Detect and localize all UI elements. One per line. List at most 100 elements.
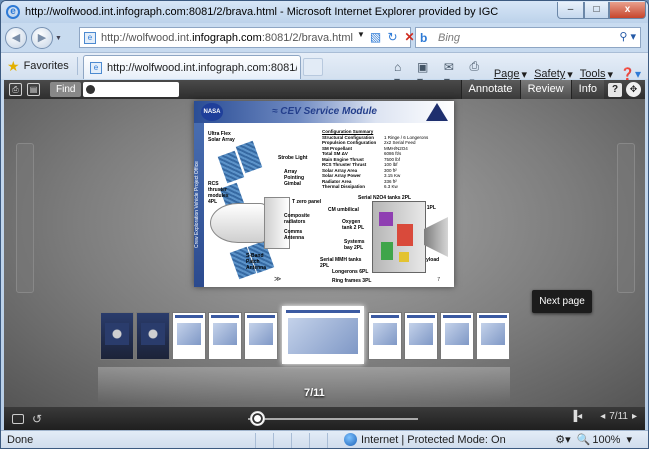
document-viewer: ⎙ ▤ Find Annotate Review Info ? ✥ NASA ≈… [4, 80, 645, 430]
close-button[interactable]: x [609, 2, 646, 19]
viewer-tabs: Annotate Review Info ? ✥ [460, 80, 643, 99]
zone-settings-icon[interactable]: ⚙▾ [555, 433, 570, 446]
rotate-icon[interactable]: ↺ [32, 412, 42, 426]
help-icon[interactable]: ❓▾ [620, 67, 641, 81]
back-button[interactable]: ◀ [5, 27, 27, 49]
compatibility-view-icon[interactable]: ▧ [367, 29, 384, 46]
search-box[interactable]: b Bing ⚲ ▾ [415, 27, 641, 48]
thumbnail-image [445, 323, 469, 345]
thumbnail-bar [211, 315, 239, 318]
minimize-button[interactable]: – [557, 2, 584, 19]
scroll-down-icon: ≫ [274, 276, 282, 283]
engine-nozzle-drawing [424, 217, 448, 257]
tab-annotate[interactable]: Annotate [460, 80, 520, 99]
address-toolbar: ◀ ▶ ▼ e http://wolfwood.int.infograph.co… [1, 24, 648, 52]
address-url[interactable]: http://wolfwood.int.infograph.com:8081/2… [101, 32, 353, 44]
safety-menu[interactable]: Safety [534, 68, 565, 80]
page-menu[interactable]: Page [494, 68, 520, 80]
project-logo [426, 103, 448, 121]
page-stage: NASA ≈ CEV Service Module Crew Explorati… [4, 99, 645, 407]
zoom-slider-handle[interactable] [250, 411, 265, 426]
thumbnail-image [177, 323, 201, 345]
zoom-slider[interactable] [248, 418, 418, 420]
address-field[interactable]: e http://wolfwood.int.infograph.com:8081… [79, 27, 415, 48]
callout: RCS thruster modules 4PL [208, 181, 229, 205]
address-dropdown-icon[interactable]: ▼ [357, 30, 365, 39]
thumbnail-selected[interactable] [282, 306, 364, 364]
callout: Ultra Flex Solar Array [208, 131, 235, 143]
callout: CM umbilical [328, 207, 359, 213]
search-icon[interactable]: ⚲ ▾ [619, 30, 636, 43]
zoom-icon[interactable]: 🔍 [577, 433, 591, 446]
divider [327, 433, 328, 448]
tab-review[interactable]: Review [519, 80, 571, 99]
help-button[interactable]: ? [608, 82, 622, 97]
previous-page-icon[interactable]: ◂ [600, 411, 605, 422]
zoom-level: 100% [592, 433, 621, 446]
thumbnail[interactable] [136, 312, 170, 360]
zoom-dropdown-icon[interactable]: ▾ [626, 433, 632, 446]
thumbnail-bar [479, 315, 507, 318]
thumbnail[interactable] [404, 312, 438, 360]
previous-page-handle[interactable] [16, 143, 34, 293]
status-bar: Done Internet | Protected Mode: On ⚙▾ 🔍 … [1, 430, 648, 448]
search-placeholder[interactable]: Bing [438, 32, 460, 44]
thumbnail[interactable] [244, 312, 278, 360]
thumbnail-image [373, 323, 397, 345]
browser-tab[interactable]: e http://wolfwood.int.infograph.com:8081… [83, 55, 301, 79]
thumbnail-bar [247, 315, 275, 318]
thumbnail-image [249, 323, 273, 345]
thumbnail[interactable] [368, 312, 402, 360]
find-options-icon[interactable] [86, 85, 96, 94]
maximize-button[interactable]: □ [584, 2, 609, 19]
page-navigation: ▐◂ ◂ 7/11 ▸ [562, 411, 637, 422]
star-icon: ★ [7, 57, 20, 74]
thumbnails-toggle-icon[interactable] [12, 413, 24, 424]
tank-shape [381, 242, 393, 260]
spec-row: Thermal Dissipation 6.3 Kw [322, 184, 398, 189]
divider [255, 433, 256, 448]
side-band: Crew Exploration Vehicle Project Office [194, 123, 204, 287]
thumbnail-bar [407, 315, 435, 318]
new-tab-button[interactable] [303, 58, 323, 76]
page-icon: e [84, 31, 96, 44]
print-icon[interactable]: ⎙ [9, 83, 22, 96]
thumbnail[interactable] [172, 312, 206, 360]
tools-menu[interactable]: Tools [580, 68, 606, 80]
clipboard-icon[interactable]: ▤ [27, 83, 40, 96]
next-page-handle[interactable] [617, 143, 635, 293]
refresh-icon[interactable]: ↻ [384, 29, 401, 46]
callout: Oxygen tank 2 PL [342, 219, 365, 231]
page-counter: 7/11 [304, 387, 325, 399]
recent-pages-dropdown-icon[interactable]: ▼ [55, 35, 65, 42]
thumbnail-image [105, 323, 129, 345]
find-button[interactable]: Find [50, 82, 82, 97]
divider [76, 57, 78, 75]
browser-window: e http://wolfwood.int.infograph.com:8081… [0, 0, 649, 449]
thumbnail[interactable] [440, 312, 474, 360]
favorites-button[interactable]: ★ Favorites [7, 58, 69, 75]
first-page-icon[interactable]: ▐◂ [570, 411, 582, 422]
thumbnail-image [481, 323, 505, 345]
forward-button[interactable]: ▶ [31, 27, 53, 49]
cutaway-drawing [372, 201, 426, 273]
thumbnail-strip [98, 306, 510, 366]
callout: Array Pointing Gimbal [284, 169, 304, 187]
find-input[interactable] [83, 82, 180, 97]
tab-info[interactable]: Info [570, 80, 604, 99]
callout: Strobe Light [278, 155, 308, 161]
next-page-icon[interactable]: ▸ [632, 411, 637, 422]
thumbnail-bar [175, 315, 203, 318]
tank-shape [397, 224, 413, 246]
thumbnail[interactable] [208, 312, 242, 360]
thumbnail-image [213, 323, 237, 345]
ie-logo-icon: e [6, 5, 20, 19]
callout: Systems bay 2PL [344, 239, 365, 251]
security-zone[interactable]: Internet | Protected Mode: On [344, 433, 506, 446]
thumbnail-image [141, 323, 165, 345]
zoom-control[interactable]: ⚙▾ 🔍 100% ▾ [549, 433, 632, 447]
thumbnail[interactable] [100, 312, 134, 360]
thumbnail-image [288, 318, 358, 354]
navigation-icon[interactable]: ✥ [626, 82, 641, 97]
thumbnail[interactable] [476, 312, 510, 360]
